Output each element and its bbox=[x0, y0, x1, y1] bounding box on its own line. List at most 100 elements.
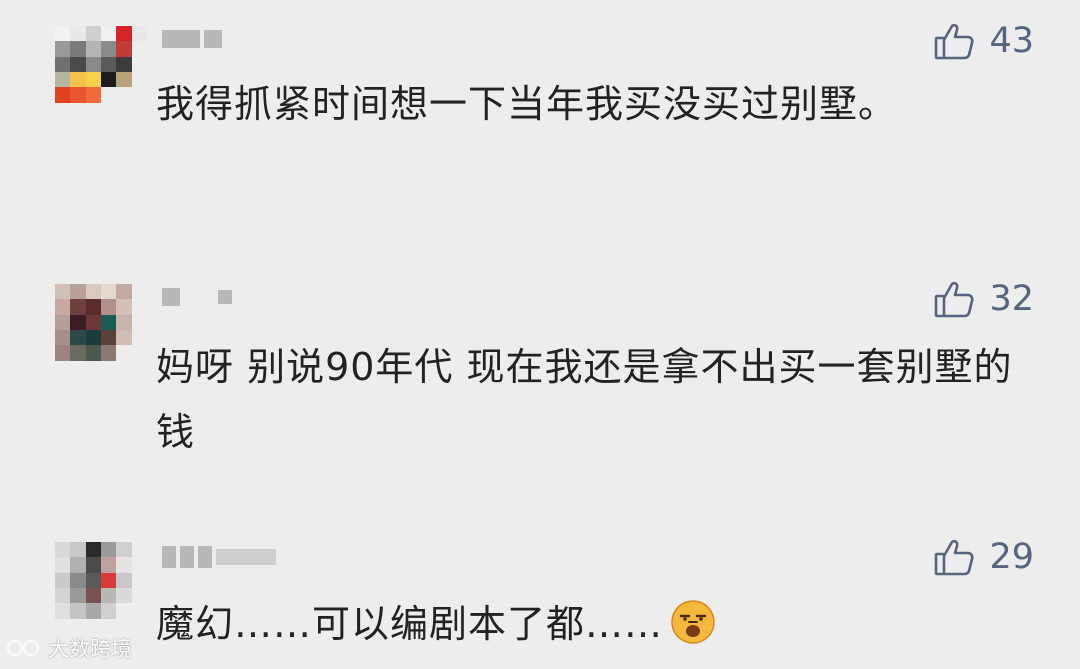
comment-text-body: 魔幻……可以编剧本了都…… bbox=[156, 602, 664, 646]
avatar-pixel bbox=[131, 603, 147, 619]
username-blurred[interactable] bbox=[162, 286, 232, 308]
avatar-pixel bbox=[116, 284, 132, 300]
avatar-pixel bbox=[100, 345, 117, 361]
avatar-pixel bbox=[55, 542, 71, 558]
thumbs-up-icon bbox=[935, 281, 974, 318]
avatar-pixel bbox=[116, 329, 132, 346]
avatar-pixel bbox=[55, 314, 71, 330]
avatar-pixel bbox=[131, 71, 147, 88]
username-blurred[interactable] bbox=[162, 28, 222, 50]
like-count: 29 bbox=[989, 537, 1034, 577]
avatar-pixel bbox=[55, 587, 71, 604]
avatar-pixel bbox=[100, 299, 117, 315]
avatar-pixel bbox=[116, 572, 132, 588]
like-button[interactable]: 32 bbox=[933, 278, 1034, 320]
avatar-pixel bbox=[131, 299, 147, 315]
avatar-pixel bbox=[85, 603, 101, 619]
avatar-pixel bbox=[116, 345, 132, 361]
avatar-pixel bbox=[85, 557, 101, 573]
avatar-pixel bbox=[131, 557, 147, 573]
avatar-pixel bbox=[100, 329, 117, 346]
avatar-pixel bbox=[116, 587, 132, 604]
like-button[interactable]: 43 bbox=[933, 20, 1034, 62]
avatar-pixel bbox=[131, 102, 147, 118]
avatar-pixel bbox=[85, 87, 101, 103]
avatar-pixel bbox=[85, 618, 101, 634]
avatar[interactable] bbox=[55, 284, 147, 376]
avatar-pixel bbox=[70, 71, 86, 88]
avatar-pixel bbox=[116, 603, 132, 619]
avatar-pixel bbox=[55, 299, 71, 315]
avatar-pixel bbox=[116, 26, 132, 42]
avatar-pixel bbox=[70, 87, 86, 103]
avatar-pixel bbox=[131, 360, 147, 376]
thumbs-up-icon bbox=[935, 539, 974, 576]
avatar-pixel bbox=[100, 314, 117, 330]
avatar-pixel bbox=[85, 314, 101, 330]
thumbs-up-icon bbox=[935, 23, 974, 60]
watermark-text: 大数跨境 bbox=[48, 637, 132, 661]
avatar-pixel bbox=[85, 542, 101, 558]
avatar[interactable] bbox=[55, 542, 147, 634]
avatar-pixel bbox=[116, 557, 132, 573]
avatar-pixel bbox=[70, 587, 86, 604]
avatar-pixel bbox=[55, 56, 71, 72]
avatar-pixel bbox=[131, 314, 147, 330]
avatar-pixel bbox=[70, 41, 86, 57]
avatar-pixel bbox=[100, 87, 117, 103]
avatar-pixel bbox=[100, 284, 117, 300]
avatar-pixel bbox=[85, 26, 101, 42]
avatar-pixel bbox=[100, 587, 117, 604]
avatar-pixel bbox=[70, 314, 86, 330]
avatar-pixel bbox=[55, 26, 71, 42]
avatar-pixel bbox=[100, 618, 117, 634]
avatar-pixel bbox=[116, 618, 132, 634]
like-button[interactable]: 29 bbox=[933, 536, 1034, 578]
avatar-pixel bbox=[131, 41, 147, 57]
avatar-pixel bbox=[116, 71, 132, 88]
avatar-pixel bbox=[100, 542, 117, 558]
comment-text: 我得抓紧时间想一下当年我买没买过别墅。 bbox=[156, 82, 898, 126]
comment-text: 妈呀 别说90年代 现在我还是拿不出买一套别墅的钱 bbox=[156, 345, 1013, 454]
avatar-pixel bbox=[55, 360, 71, 376]
avatar-pixel bbox=[116, 102, 132, 118]
avatar-pixel bbox=[55, 71, 71, 88]
avatar-pixel bbox=[100, 26, 117, 42]
username-blurred[interactable] bbox=[162, 546, 276, 568]
avatar-pixel bbox=[100, 360, 117, 376]
avatar-pixel bbox=[70, 102, 86, 118]
avatar-pixel bbox=[70, 603, 86, 619]
avatar-pixel bbox=[55, 102, 71, 118]
avatar-pixel bbox=[116, 56, 132, 72]
like-count: 43 bbox=[989, 21, 1034, 61]
avatar-pixel bbox=[131, 284, 147, 300]
avatar[interactable] bbox=[55, 26, 147, 118]
avatar-pixel bbox=[55, 41, 71, 57]
avatar-pixel bbox=[55, 572, 71, 588]
avatar-pixel bbox=[55, 603, 71, 619]
avatar-pixel bbox=[100, 41, 117, 57]
avatar-pixel bbox=[116, 314, 132, 330]
avatar-pixel bbox=[70, 329, 86, 346]
avatar-pixel bbox=[70, 572, 86, 588]
avatar-pixel bbox=[70, 56, 86, 72]
watermark-logo-icon bbox=[7, 640, 39, 656]
avatar-pixel bbox=[85, 587, 101, 604]
avatar-pixel bbox=[85, 102, 101, 118]
comment-text: 魔幻……可以编剧本了都…… bbox=[156, 592, 1036, 657]
avatar-pixel bbox=[100, 603, 117, 619]
avatar-pixel bbox=[100, 102, 117, 118]
avatar-pixel bbox=[70, 299, 86, 315]
avatar-pixel bbox=[131, 329, 147, 346]
avatar-pixel bbox=[100, 71, 117, 88]
avatar-pixel bbox=[131, 542, 147, 558]
avatar-pixel bbox=[85, 284, 101, 300]
avatar-pixel bbox=[70, 360, 86, 376]
avatar-pixel bbox=[131, 56, 147, 72]
avatar-pixel bbox=[116, 299, 132, 315]
watermark: 大数跨境 bbox=[6, 633, 132, 663]
avatar-pixel bbox=[131, 618, 147, 634]
avatar-pixel bbox=[70, 557, 86, 573]
avatar-pixel bbox=[85, 41, 101, 57]
avatar-pixel bbox=[100, 572, 117, 588]
